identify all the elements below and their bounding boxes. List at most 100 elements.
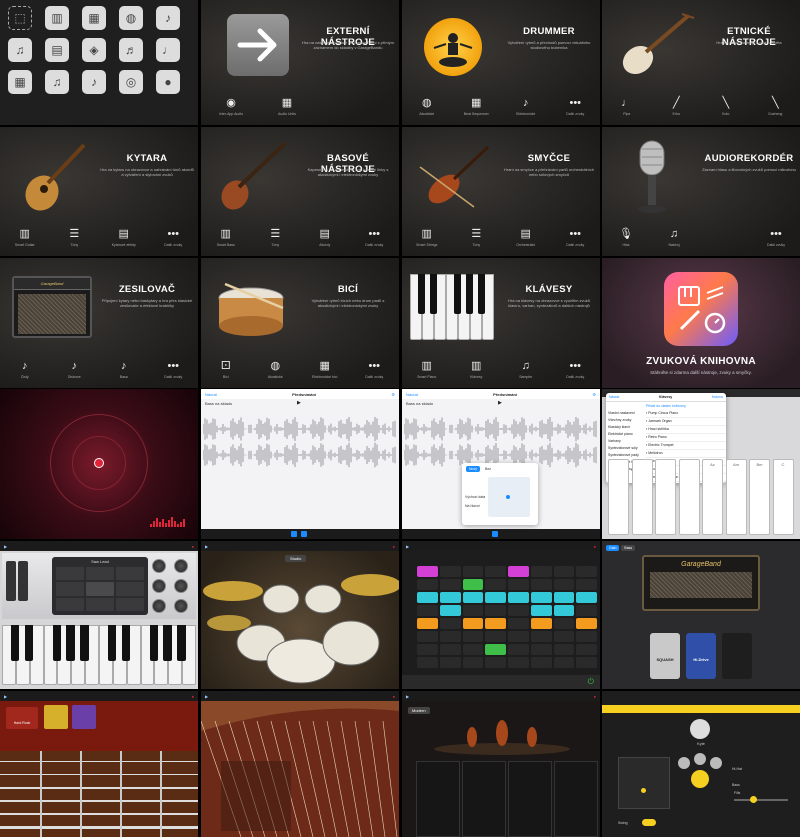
- smart-strings-button[interactable]: ▥ Smart Strings: [409, 228, 445, 247]
- loop-cell[interactable]: [439, 644, 461, 655]
- loop-cell[interactable]: [485, 579, 506, 590]
- loop-cell[interactable]: [553, 579, 575, 590]
- chord-lane[interactable]: [462, 761, 506, 837]
- gear-icon[interactable]: ⚙: [391, 392, 395, 397]
- loop-cell[interactable]: [553, 631, 575, 642]
- piano-black-key[interactable]: [11, 625, 20, 661]
- beat-sequencer-button[interactable]: ▦ Beat Sequencer: [458, 97, 494, 116]
- loop-cell[interactable]: [439, 618, 461, 629]
- gear-icon[interactable]: ⚙: [592, 392, 596, 397]
- loop-cell[interactable]: [417, 644, 438, 655]
- loop-cell[interactable]: [485, 605, 506, 616]
- loop-cell[interactable]: [462, 644, 484, 655]
- chord-strip[interactable]: [678, 459, 700, 535]
- loop-cell[interactable]: [417, 657, 438, 668]
- record-icon[interactable]: ●: [192, 544, 194, 549]
- strings-tile[interactable]: SMYČCE Hraní na smyčce a přehrávání part…: [402, 127, 600, 256]
- audio-units-button[interactable]: ▦ Audio Units: [269, 97, 305, 116]
- amp-tab[interactable]: Bass: [621, 545, 636, 551]
- synth-pad[interactable]: [86, 597, 114, 611]
- loop-cell[interactable]: [576, 618, 597, 629]
- sound-library-tile[interactable]: ZVUKOVÁ KNIHOVNA Stáhněte si zdarma dalš…: [602, 258, 800, 388]
- drum-icon[interactable]: ◍: [119, 6, 143, 30]
- play-icon[interactable]: ▶: [297, 400, 301, 406]
- loop-cell[interactable]: [576, 631, 597, 642]
- loop-cell[interactable]: [485, 592, 506, 603]
- dashed-square-icon[interactable]: ⬚: [8, 6, 32, 30]
- knob[interactable]: [152, 579, 166, 593]
- loop-cell[interactable]: [485, 644, 506, 655]
- record-icon[interactable]: ●: [192, 694, 194, 699]
- piano-black-key[interactable]: [52, 625, 61, 661]
- loop-cell[interactable]: [576, 592, 597, 603]
- guitar-string[interactable]: [0, 774, 198, 776]
- pitch-wheel[interactable]: [6, 561, 16, 601]
- chord-strip[interactable]: Bm: [749, 459, 770, 535]
- loop-cell[interactable]: [462, 592, 484, 603]
- loop-cell[interactable]: [508, 579, 529, 590]
- bass-amp-button[interactable]: ♪ Basa: [106, 360, 142, 379]
- kit-map[interactable]: [674, 749, 726, 791]
- bass-icon[interactable]: ♪: [82, 70, 106, 94]
- chord-lane[interactable]: [554, 761, 598, 837]
- pipa-button[interactable]: ♩ Pipa: [609, 97, 645, 116]
- add-to-library-link[interactable]: Přidat do vlastní knihovny: [606, 402, 726, 410]
- loop-cell[interactable]: [485, 618, 506, 629]
- chord-strip[interactable]: [655, 459, 676, 535]
- play-icon[interactable]: ▶: [205, 694, 208, 699]
- loop-cell[interactable]: [485, 631, 506, 642]
- loop-cell[interactable]: [462, 566, 484, 577]
- acoustic-drums-button[interactable]: ◍ Akustické: [257, 360, 293, 379]
- bass-tile[interactable]: BASOVÉ NÁSTROJE Kapesní na struny můžete…: [201, 127, 399, 256]
- guzheng-button[interactable]: ╲ Guzheng: [757, 97, 793, 116]
- guitar-string[interactable]: [0, 826, 198, 829]
- loop-cell[interactable]: [553, 657, 575, 668]
- loop-cell[interactable]: [508, 644, 529, 655]
- synth-pad[interactable]: [86, 582, 114, 596]
- knob[interactable]: [152, 599, 166, 613]
- chord-strip[interactable]: [631, 459, 653, 535]
- smart-bass-button[interactable]: ▥ Smart Bass: [208, 228, 244, 247]
- world-icon[interactable]: ◎: [119, 70, 143, 94]
- xy-pad[interactable]: [618, 757, 670, 809]
- synth-pad[interactable]: [86, 567, 114, 581]
- knob[interactable]: [174, 559, 188, 573]
- loop-cell[interactable]: [462, 631, 484, 642]
- piano-black-key[interactable]: [108, 625, 117, 661]
- timeline-ruler[interactable]: [602, 705, 800, 713]
- violin-icon[interactable]: ♬: [119, 38, 143, 62]
- chord-strip[interactable]: Ac: [702, 459, 723, 535]
- sound-item[interactable]: ▪ Hrací skříňka: [646, 426, 726, 434]
- loop-cell[interactable]: [553, 592, 575, 603]
- swing-toggle[interactable]: [642, 819, 656, 826]
- smart-piano-button[interactable]: ▥ Smart Piano: [409, 360, 445, 379]
- drummer-tile[interactable]: DRUMMER Vytváření rytmů a přechodů pomoc…: [402, 0, 600, 125]
- smart-guitar-button[interactable]: ▥ Smart Guitar: [7, 228, 43, 247]
- power-icon[interactable]: ⏻: [588, 677, 594, 687]
- category-item[interactable]: Varhany: [608, 438, 646, 445]
- empty-pedal-slot[interactable]: [722, 633, 752, 679]
- fx-pedal[interactable]: [72, 705, 96, 729]
- pedal-squash[interactable]: SQUASH: [650, 633, 680, 679]
- guitar-string[interactable]: [0, 787, 198, 789]
- inter-app-audio-button[interactable]: ◉ Inter-App Audio: [213, 97, 249, 116]
- erhu-button[interactable]: ╱ Erhu: [658, 97, 694, 116]
- clean-amp-button[interactable]: ♪ Čistý: [7, 360, 43, 379]
- loop-cell[interactable]: [508, 605, 529, 616]
- sequencer-icon[interactable]: ▦: [8, 70, 32, 94]
- done-button[interactable]: Hotovo: [712, 395, 723, 399]
- loop-cell[interactable]: [417, 631, 438, 642]
- back-button[interactable]: Návrat: [406, 392, 418, 397]
- sampler-icon[interactable]: ◈: [82, 38, 106, 62]
- horn-icon[interactable]: ♩: [156, 38, 180, 62]
- loop-cell[interactable]: [439, 566, 461, 577]
- chord-lanes[interactable]: [416, 761, 600, 837]
- record-icon[interactable]: ●: [393, 544, 395, 549]
- electronic-drums-button[interactable]: ▦ Elektronické bicí: [307, 360, 343, 379]
- fx-pedal[interactable]: Hard Rock: [6, 707, 38, 729]
- tom[interactable]: [262, 584, 300, 614]
- popover-item[interactable]: Výchozí data: [465, 493, 485, 502]
- drums-button[interactable]: ⚀ Bicí: [208, 360, 244, 379]
- keyboard-icon[interactable]: ▥: [45, 6, 69, 30]
- bass-icon[interactable]: ♪: [156, 6, 180, 30]
